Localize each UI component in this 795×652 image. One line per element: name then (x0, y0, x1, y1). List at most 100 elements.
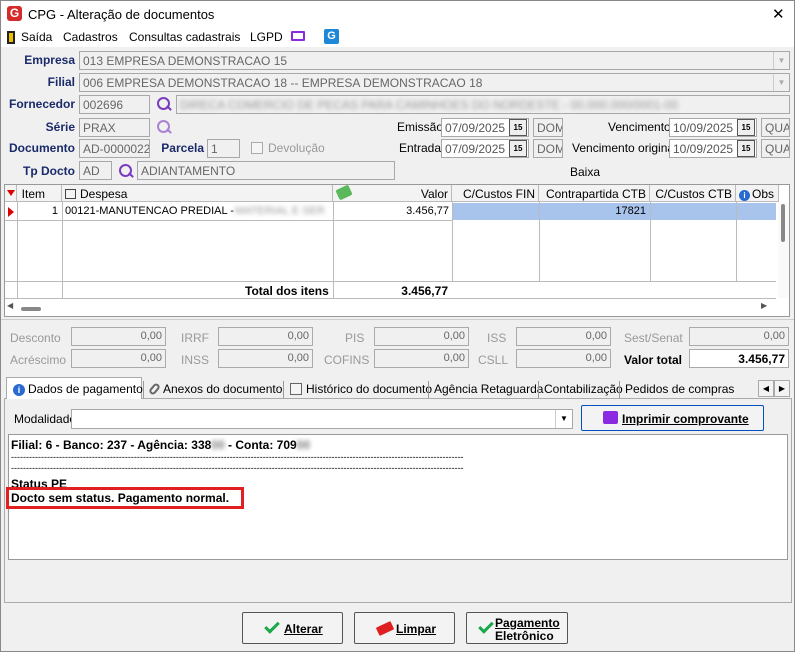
scroll-thumb[interactable] (781, 204, 785, 242)
divider (62, 202, 63, 298)
tab-label: Anexos do documento (163, 382, 283, 396)
tpdocto-code-field[interactable]: AD (79, 161, 112, 180)
items-grid[interactable]: Item Despesa Valor C/Custos FIN Contrapa… (4, 184, 790, 317)
divider (5, 298, 776, 299)
imprimir-comprovante-button[interactable]: Imprimir comprovante (581, 405, 764, 431)
col-obs[interactable]: i Obs (736, 185, 779, 202)
pis-label: PIS (345, 331, 365, 345)
tpdocto-search-icon[interactable] (118, 163, 134, 179)
tab-scroll-right-icon[interactable]: ▶ (774, 380, 790, 397)
sest-senat-label: Sest/Senat (624, 331, 683, 345)
fornecedor-search-icon[interactable] (156, 96, 172, 112)
check-icon (264, 618, 280, 634)
irrf-label: IRRF (181, 331, 209, 345)
tab-contabilizacao[interactable]: Contabilização (540, 379, 627, 399)
monitor-icon[interactable] (291, 31, 305, 41)
app-logo-icon: G (7, 6, 22, 21)
chevron-down-icon[interactable]: ▼ (555, 410, 572, 428)
acrescimo-field: 0,00 (71, 349, 166, 368)
check-icon (478, 618, 494, 634)
pagamento-eletronico-button[interactable]: Pagamento Eletrônico (466, 612, 568, 644)
separator-line: ----------------------------------------… (11, 452, 464, 462)
vertical-scrollbar[interactable] (778, 202, 789, 298)
tab-agencia-retaguarda[interactable]: Agência Retaguarda (430, 379, 547, 399)
menu-consultas-cadastrais[interactable]: Consultas cadastrais (129, 30, 240, 44)
serie-label: Série (45, 120, 75, 134)
col-contrapartida[interactable]: Contrapartida CTB (539, 185, 650, 202)
venc-original-day: QUA (761, 139, 790, 158)
valor-total-label: Valor total (624, 353, 683, 367)
empresa-select[interactable]: 013 EMPRESA DEMONSTRACAO 15 (79, 51, 790, 70)
row-valor: 3.456,77 (406, 205, 449, 217)
app-g-icon[interactable]: G (324, 29, 339, 44)
devolucao-checkbox[interactable] (251, 142, 263, 154)
cofins-field: 0,00 (374, 349, 469, 368)
emissao-label: Emissão (397, 120, 444, 134)
scroll-left-icon[interactable]: ◀ (7, 301, 13, 310)
tab-dados-pagamento[interactable]: i Dados de pagamento (9, 379, 147, 399)
tpdocto-label: Tp Docto (23, 164, 75, 178)
alterar-button[interactable]: Alterar (242, 612, 343, 644)
chevron-down-icon[interactable]: ▼ (773, 52, 789, 69)
tab-anexos[interactable]: Anexos do documento (147, 379, 286, 399)
divider (283, 381, 284, 398)
pagamento-label: Pagamento (495, 616, 560, 630)
row-item: 1 (51, 205, 58, 217)
tab-scroll-left-icon[interactable]: ◀ (758, 380, 774, 397)
alterar-label: Alterar (284, 622, 323, 636)
horizontal-scrollbar[interactable]: ◀ ▶ (5, 300, 789, 316)
redacted-text: 00 (296, 438, 311, 452)
scroll-right-icon[interactable]: ▶ (761, 301, 767, 310)
serie-field[interactable]: PRAX (79, 118, 150, 137)
tab-pedidos-compras[interactable]: Pedidos de compras (621, 379, 738, 399)
csll-field: 0,00 (516, 349, 611, 368)
chevron-down-icon[interactable]: ▼ (773, 74, 789, 91)
table-row[interactable]: 1 00121-MANUTENCAO PREDIAL - MATERIAL E … (17, 203, 776, 220)
cpg-window: G CPG - Alteração de documentos ✕ Saída … (0, 0, 795, 652)
venc-original-calendar-icon[interactable]: 15 (737, 140, 755, 157)
divider (452, 202, 453, 281)
fornecedor-label: Fornecedor (8, 97, 75, 111)
vencimento-day: QUA (761, 118, 790, 137)
col-despesa[interactable]: Despesa (62, 185, 333, 202)
col-valor[interactable]: Valor (333, 185, 452, 202)
documento-field[interactable]: AD-0000022 (79, 139, 150, 158)
col-valor-label: Valor (420, 187, 448, 201)
tpdocto-name-field: ADIANTAMENTO (137, 161, 395, 180)
tab-historico[interactable]: Histórico do documento (286, 379, 436, 399)
payment-info-line: Filial: 6 - Banco: 237 - Agência: 33800 … (11, 438, 310, 452)
parcela-field[interactable]: 1 (207, 139, 240, 158)
divider (428, 381, 429, 398)
paperclip-icon (147, 382, 162, 396)
divider (539, 202, 540, 281)
eletronico-label: Eletrônico (495, 629, 554, 643)
scroll-icon (290, 383, 302, 395)
entrada-calendar-icon[interactable]: 15 (509, 140, 527, 157)
close-icon[interactable]: ✕ (772, 5, 785, 23)
documento-label: Documento (9, 141, 75, 155)
irrf-field: 0,00 (218, 327, 313, 346)
serie-search-icon[interactable] (156, 119, 172, 135)
tab-label: Dados de pagamento (28, 382, 143, 396)
filial-select[interactable]: 006 EMPRESA DEMONSTRACAO 18 -- EMPRESA D… (79, 73, 790, 92)
redacted-text: 00 (211, 438, 225, 452)
vencimento-label: Vencimento (608, 120, 671, 134)
vencimento-calendar-icon[interactable]: 15 (737, 119, 755, 136)
col-obs-label: Obs (752, 187, 775, 201)
inss-label: INSS (181, 353, 210, 367)
emissao-calendar-icon[interactable]: 15 (509, 119, 527, 136)
modalidade-select[interactable] (71, 409, 573, 429)
col-ccctb[interactable]: C/Custos CTB (650, 185, 736, 202)
divider (5, 220, 452, 221)
fornecedor-code-field[interactable]: 002696 (79, 95, 150, 114)
scroll-thumb[interactable] (21, 307, 41, 311)
col-item[interactable]: Item (17, 185, 62, 202)
limpar-button[interactable]: Limpar (354, 612, 455, 644)
menu-cadastros[interactable]: Cadastros (63, 30, 118, 44)
col-ccfin[interactable]: C/Custos FIN (452, 185, 539, 202)
menu-saida[interactable]: Saída (21, 30, 52, 44)
imprimir-comprovante-label: Imprimir comprovante (622, 412, 749, 426)
menu-lgpd[interactable]: LGPD (250, 30, 283, 44)
fornecedor-name-text: DIRECA COMERCIO DE PECAS PARA CAMINHOES … (180, 98, 678, 112)
divider (143, 381, 144, 398)
